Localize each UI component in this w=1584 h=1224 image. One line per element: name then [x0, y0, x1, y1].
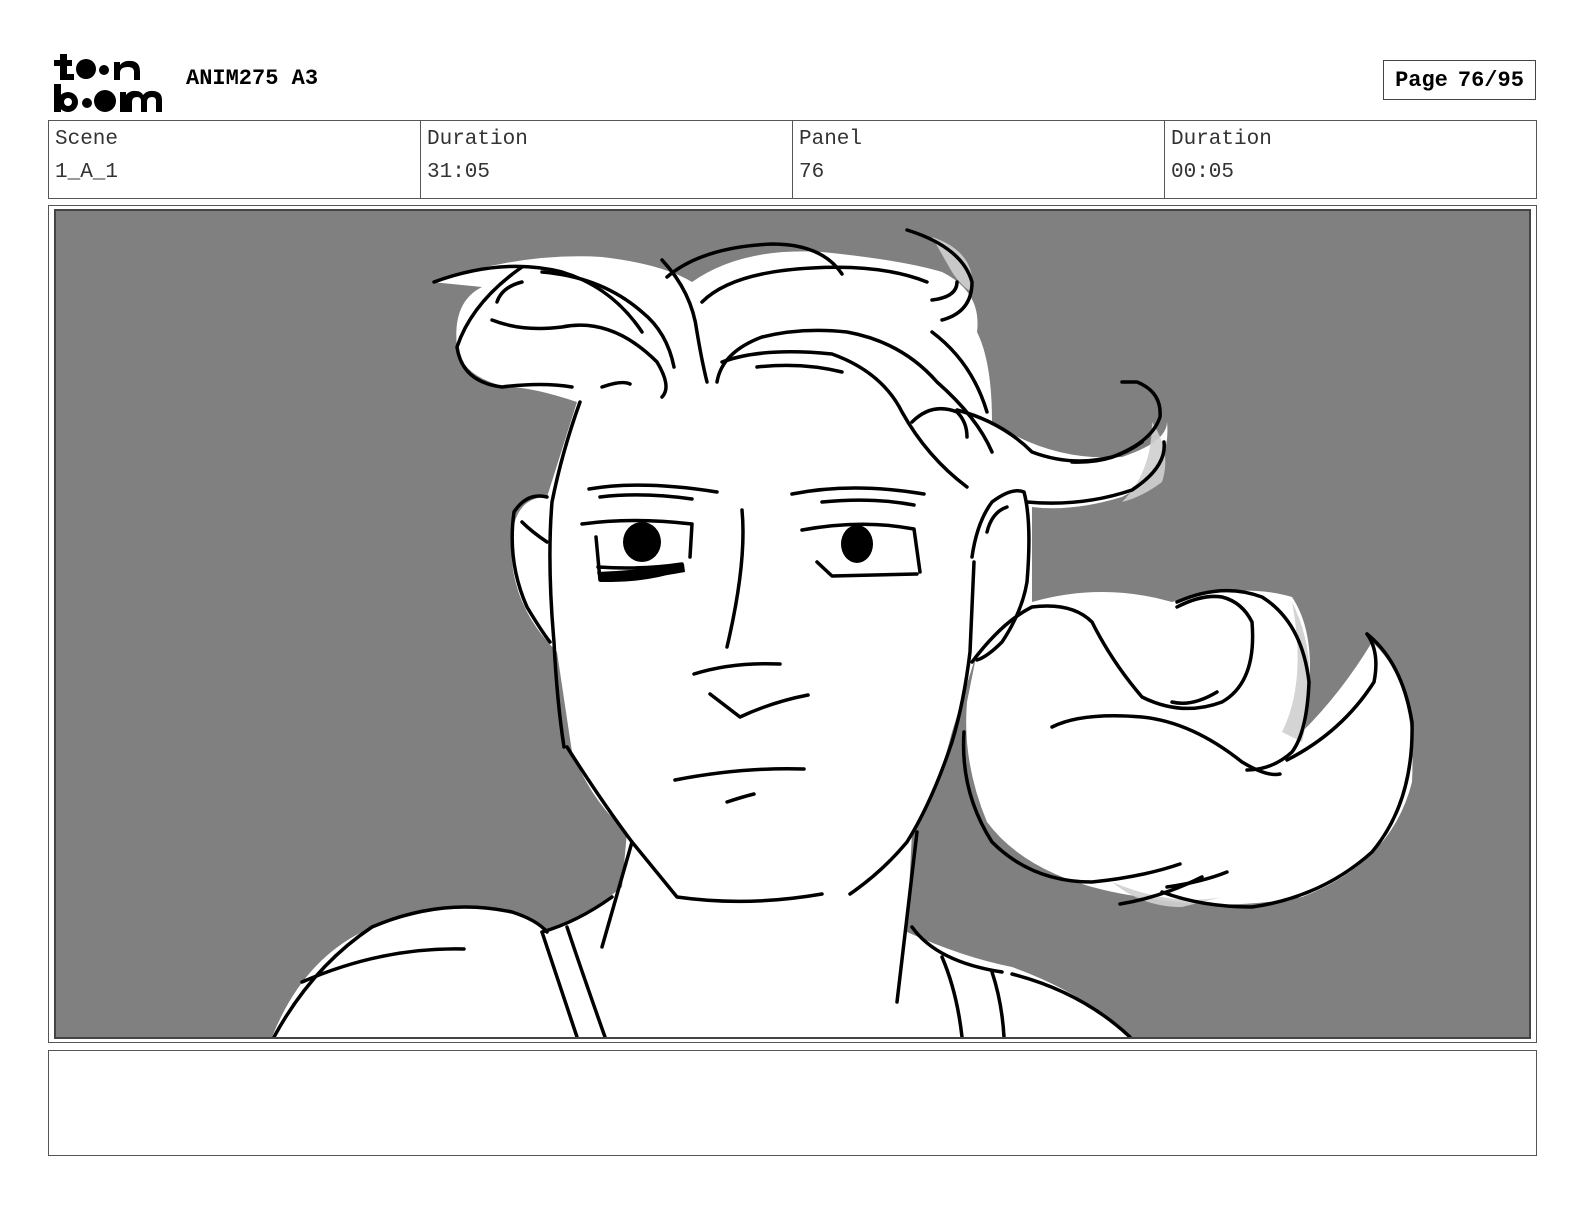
scene-duration-value: 31:05: [427, 161, 491, 184]
scene-value: 1_A_1: [55, 161, 119, 184]
page-label: Page: [1395, 67, 1448, 93]
scene-label: Scene: [55, 128, 119, 151]
page-number: 76/95: [1457, 67, 1524, 93]
character-sketch: [272, 228, 1414, 1037]
project-title: ANIM275 A3: [186, 66, 319, 91]
panel-cell: Panel 76: [793, 121, 1165, 198]
panel-label: Panel: [799, 128, 863, 151]
storyboard-panel-image: [54, 209, 1531, 1039]
panel-notes-box: [48, 1050, 1537, 1156]
scene-duration-cell: Duration 31:05: [421, 121, 793, 198]
page-indicator: Page 76/95: [1383, 60, 1536, 100]
panel-duration-label: Duration: [1171, 128, 1272, 151]
panel-value: 76: [799, 161, 825, 184]
scene-duration-label: Duration: [427, 128, 528, 151]
scene-info-table: Scene 1_A_1 Duration 31:05 Panel 76 Dura…: [48, 120, 1537, 199]
toon-boom-logo: [50, 50, 166, 114]
scene-cell: Scene 1_A_1: [49, 121, 421, 198]
panel-duration-cell: Duration 00:05: [1165, 121, 1536, 198]
panel-duration-value: 00:05: [1171, 161, 1235, 184]
